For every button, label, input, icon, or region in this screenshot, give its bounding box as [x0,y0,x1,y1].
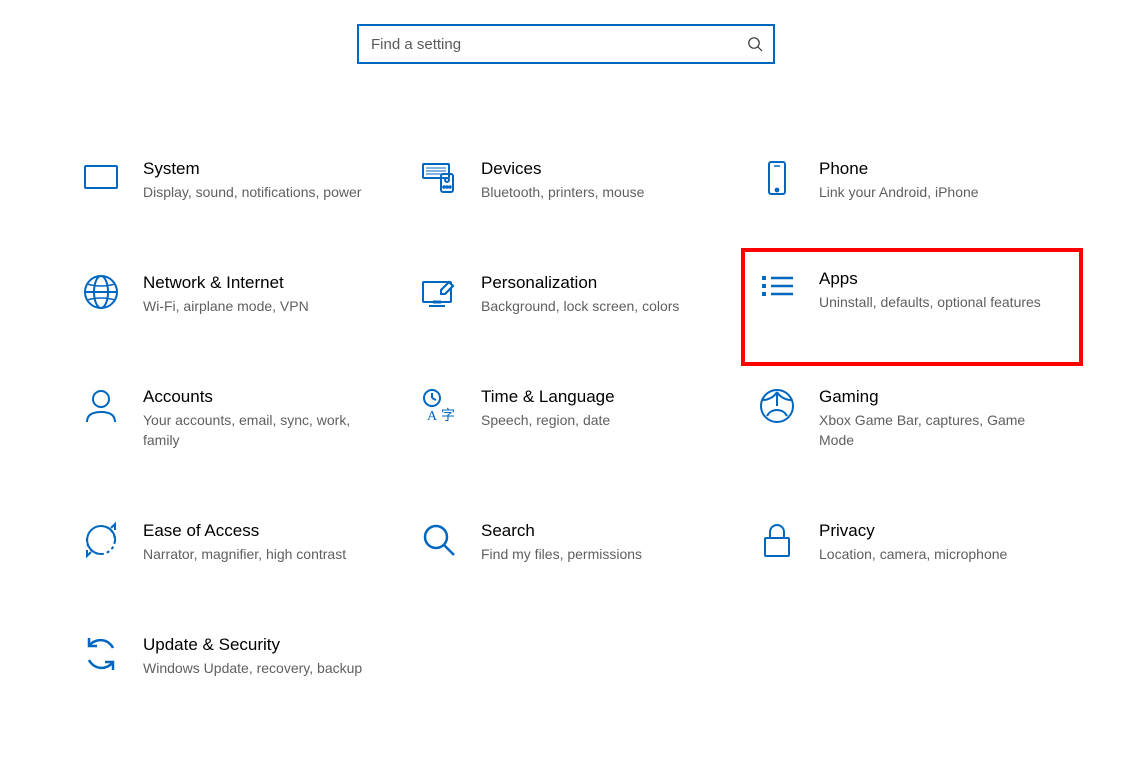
tile-title: Apps [819,268,1041,290]
tile-desc: Find my files, permissions [481,544,723,564]
tile-title: Accounts [143,386,385,408]
settings-grid: System Display, sound, notifications, po… [73,154,1059,682]
tile-title: Update & Security [143,634,385,656]
tile-title: Devices [481,158,723,180]
tile-ease-of-access[interactable]: Ease of Access Narrator, magnifier, high… [81,516,391,568]
tile-title: Phone [819,158,1061,180]
tile-title: Time & Language [481,386,723,408]
search-icon [747,36,763,52]
tile-title: System [143,158,385,180]
tile-text: Privacy Location, camera, microphone [819,520,1061,564]
tile-desc: Xbox Game Bar, captures, Game Mode [819,410,1061,450]
tile-text: Devices Bluetooth, printers, mouse [481,158,723,202]
tile-apps[interactable]: Apps Uninstall, defaults, optional featu… [743,250,1081,364]
tile-personalization[interactable]: Personalization Background, lock screen,… [419,268,729,320]
tile-time-language[interactable]: A 字 Time & Language Speech, region, date [419,382,729,454]
tile-search[interactable]: Search Find my files, permissions [419,516,729,568]
tile-text: Update & Security Windows Update, recove… [143,634,385,678]
tile-text: Apps Uninstall, defaults, optional featu… [819,268,1041,312]
tile-accounts[interactable]: Accounts Your accounts, email, sync, wor… [81,382,391,454]
system-icon [81,158,121,198]
tile-text: Gaming Xbox Game Bar, captures, Game Mod… [819,386,1061,450]
tile-system[interactable]: System Display, sound, notifications, po… [81,154,391,206]
lock-icon [757,520,797,560]
tile-title: Ease of Access [143,520,385,542]
time-language-icon: A 字 [419,386,459,426]
tile-devices[interactable]: Devices Bluetooth, printers, mouse [419,154,729,206]
tile-text: Accounts Your accounts, email, sync, wor… [143,386,385,450]
devices-icon [419,158,459,198]
tile-text: Search Find my files, permissions [481,520,723,564]
tile-desc: Location, camera, microphone [819,544,1061,564]
tile-desc: Display, sound, notifications, power [143,182,385,202]
tile-phone[interactable]: Phone Link your Android, iPhone [757,154,1067,206]
tile-title: Privacy [819,520,1061,542]
settings-page: System Display, sound, notifications, po… [0,0,1132,682]
tile-text: System Display, sound, notifications, po… [143,158,385,202]
update-icon [81,634,121,674]
tile-desc: Narrator, magnifier, high contrast [143,544,385,564]
tile-desc: Link your Android, iPhone [819,182,1061,202]
tile-update-security[interactable]: Update & Security Windows Update, recove… [81,630,391,682]
ease-of-access-icon [81,520,121,560]
apps-icon [757,268,797,308]
search-input[interactable] [357,24,775,64]
tile-title: Search [481,520,723,542]
tile-desc: Uninstall, defaults, optional features [819,292,1041,312]
tile-text: Ease of Access Narrator, magnifier, high… [143,520,385,564]
tile-privacy[interactable]: Privacy Location, camera, microphone [757,516,1067,568]
globe-icon [81,272,121,312]
personalization-icon [419,272,459,312]
gaming-icon [757,386,797,426]
tile-desc: Speech, region, date [481,410,723,430]
tile-text: Phone Link your Android, iPhone [819,158,1061,202]
tile-desc: Background, lock screen, colors [481,296,723,316]
search-category-icon [419,520,459,560]
phone-icon [757,158,797,198]
tile-text: Time & Language Speech, region, date [481,386,723,430]
tile-desc: Your accounts, email, sync, work, family [143,410,385,450]
tile-gaming[interactable]: Gaming Xbox Game Bar, captures, Game Mod… [757,382,1067,454]
tile-desc: Wi-Fi, airplane mode, VPN [143,296,385,316]
tile-desc: Windows Update, recovery, backup [143,658,385,678]
search-container [357,24,775,64]
tile-network[interactable]: Network & Internet Wi-Fi, airplane mode,… [81,268,391,320]
tile-title: Personalization [481,272,723,294]
tile-text: Personalization Background, lock screen,… [481,272,723,316]
tile-text: Network & Internet Wi-Fi, airplane mode,… [143,272,385,316]
tile-title: Network & Internet [143,272,385,294]
svg-text:字: 字 [441,408,455,424]
tile-desc: Bluetooth, printers, mouse [481,182,723,202]
tile-title: Gaming [819,386,1061,408]
accounts-icon [81,386,121,426]
svg-text:A: A [427,409,438,424]
